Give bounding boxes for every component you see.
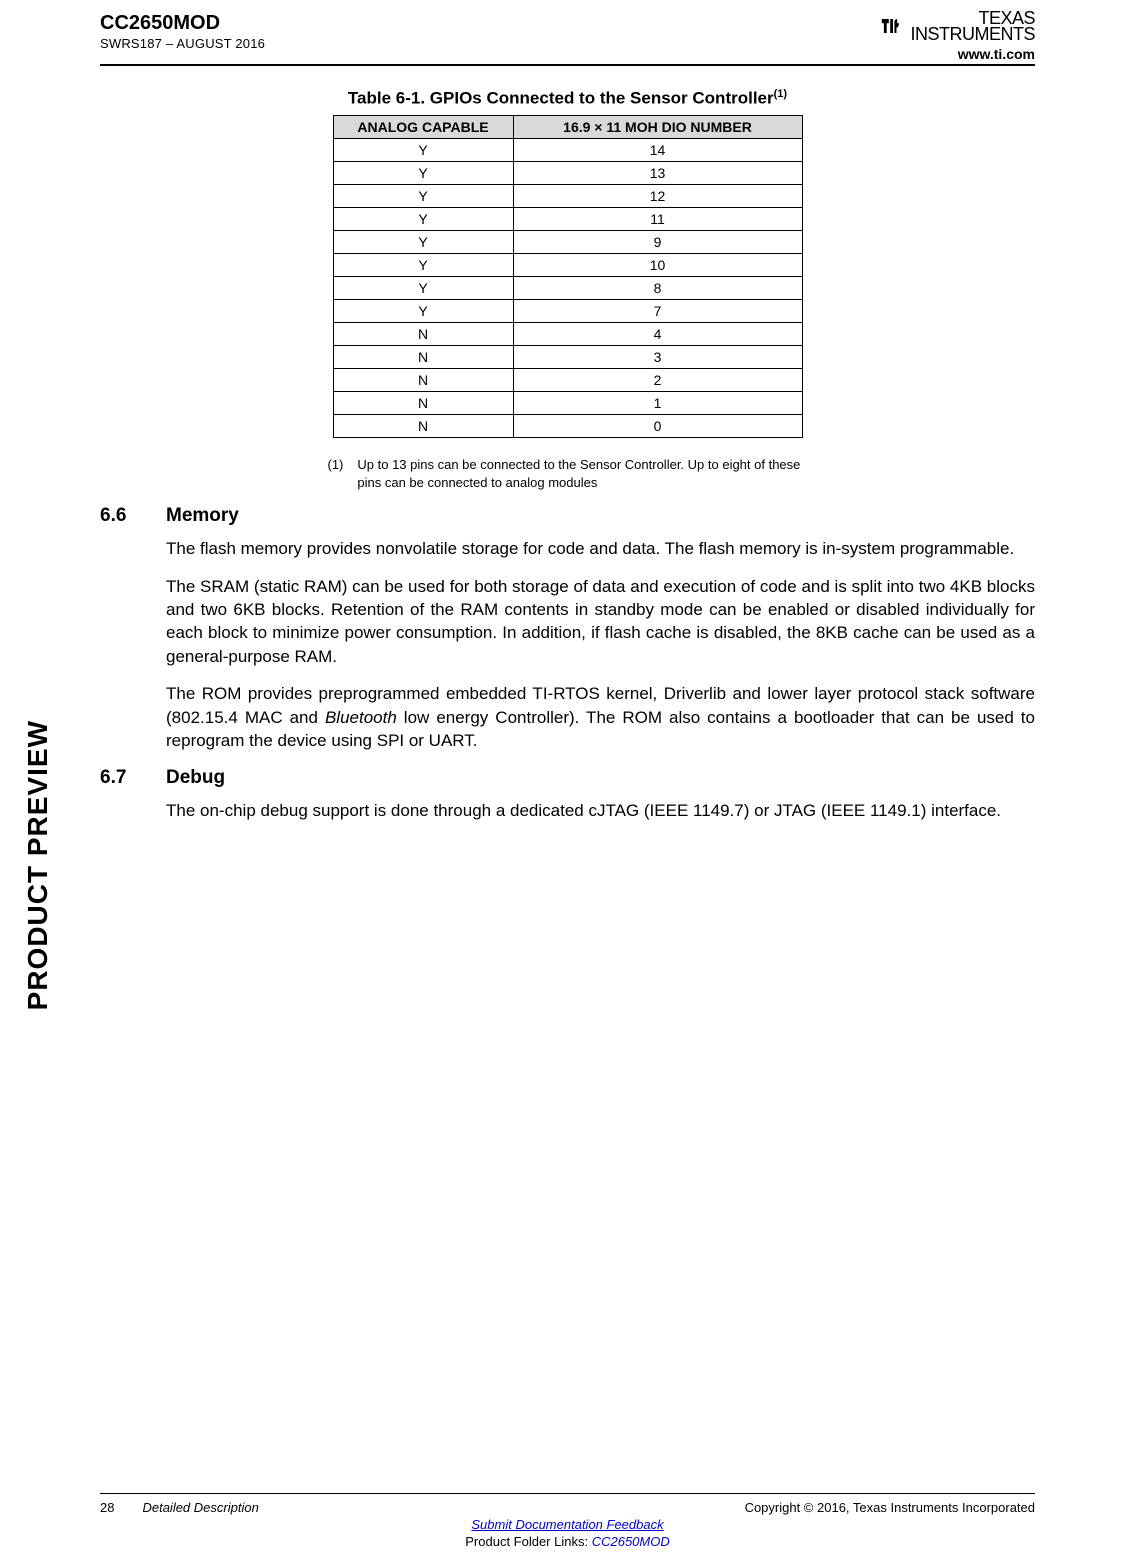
page-number: 28: [100, 1500, 114, 1515]
table-cell: Y: [333, 208, 513, 231]
table-cell: Y: [333, 231, 513, 254]
debug-p1: The on-chip debug support is done throug…: [166, 799, 1035, 822]
table-cell: N: [333, 392, 513, 415]
table-cell: Y: [333, 254, 513, 277]
footer-section-name: Detailed Description: [142, 1500, 258, 1515]
gpio-table: ANALOG CAPABLE 16.9 × 11 MOH DIO NUMBER …: [333, 115, 803, 438]
table-row: N0: [333, 415, 802, 438]
memory-p3: The ROM provides preprogrammed embedded …: [166, 682, 1035, 752]
company-url[interactable]: www.ti.com: [879, 46, 1036, 62]
table-cell: N: [333, 323, 513, 346]
table-cell: Y: [333, 139, 513, 162]
table-header-analog: ANALOG CAPABLE: [333, 116, 513, 139]
table-cell: N: [333, 369, 513, 392]
ti-logo: TEXAS INSTRUMENTS: [879, 10, 1036, 42]
table-row: Y13: [333, 162, 802, 185]
table-cell: 0: [513, 415, 802, 438]
ti-logo-icon: [879, 12, 907, 40]
page-header: CC2650MOD SWRS187 – AUGUST 2016 TEXAS IN…: [100, 10, 1035, 66]
folder-links-label: Product Folder Links:: [465, 1534, 591, 1549]
table-cell: 8: [513, 277, 802, 300]
table-cell: 9: [513, 231, 802, 254]
table-footnote: (1) Up to 13 pins can be connected to th…: [328, 456, 808, 491]
table-cell: 13: [513, 162, 802, 185]
table-cell: 12: [513, 185, 802, 208]
table-header-dio: 16.9 × 11 MOH DIO NUMBER: [513, 116, 802, 139]
product-preview-watermark: PRODUCT PREVIEW: [22, 720, 54, 1010]
table-cell: 10: [513, 254, 802, 277]
section-title-debug: Debug: [166, 767, 225, 789]
table-cell: Y: [333, 277, 513, 300]
table-row: N4: [333, 323, 802, 346]
table-cell: 11: [513, 208, 802, 231]
table-caption: Table 6-1. GPIOs Connected to the Sensor…: [100, 88, 1035, 109]
memory-p1: The flash memory provides nonvolatile st…: [166, 537, 1035, 560]
table-row: N2: [333, 369, 802, 392]
table-cell: N: [333, 415, 513, 438]
table-cell: Y: [333, 162, 513, 185]
company-name-2: INSTRUMENTS: [911, 26, 1036, 42]
table-row: N1: [333, 392, 802, 415]
doc-id: SWRS187 – AUGUST 2016: [100, 36, 265, 53]
table-row: Y14: [333, 139, 802, 162]
copyright: Copyright © 2016, Texas Instruments Inco…: [745, 1500, 1035, 1515]
table-cell: N: [333, 346, 513, 369]
table-row: Y12: [333, 185, 802, 208]
table-cell: 3: [513, 346, 802, 369]
table-row: Y11: [333, 208, 802, 231]
page-footer: 28 Detailed Description Copyright © 2016…: [100, 1493, 1035, 1549]
table-cell: Y: [333, 185, 513, 208]
feedback-link[interactable]: Submit Documentation Feedback: [471, 1517, 663, 1532]
table-cell: 4: [513, 323, 802, 346]
table-cell: Y: [333, 300, 513, 323]
table-row: Y7: [333, 300, 802, 323]
memory-p2: The SRAM (static RAM) can be used for bo…: [166, 575, 1035, 669]
table-row: Y10: [333, 254, 802, 277]
product-folder-link[interactable]: CC2650MOD: [592, 1534, 670, 1549]
product-name: CC2650MOD: [100, 10, 265, 36]
table-cell: 14: [513, 139, 802, 162]
table-cell: 7: [513, 300, 802, 323]
table-cell: 1: [513, 392, 802, 415]
section-title-memory: Memory: [166, 505, 239, 527]
table-row: N3: [333, 346, 802, 369]
section-num-debug: 6.7: [100, 767, 144, 789]
table-row: Y9: [333, 231, 802, 254]
section-num-memory: 6.6: [100, 505, 144, 527]
table-row: Y8: [333, 277, 802, 300]
table-cell: 2: [513, 369, 802, 392]
